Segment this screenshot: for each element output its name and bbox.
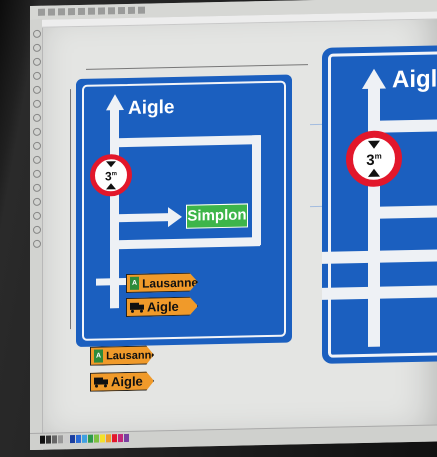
open-file-icon[interactable]	[48, 8, 55, 16]
ellipse-tool-icon[interactable]	[33, 127, 41, 136]
eyedropper-tool-icon[interactable]	[33, 225, 41, 234]
restriction-unit: m	[374, 151, 382, 161]
route-sign-label: Lausanne	[106, 348, 158, 362]
color-swatch[interactable]	[94, 434, 99, 443]
monitor-bezel: Aigle Simplon 3m A Lausanne Aigle A Laus…	[0, 0, 437, 457]
color-swatch[interactable]	[88, 434, 93, 443]
sign-left-destination-right: Simplon	[186, 203, 248, 229]
restriction-unit: m	[111, 171, 118, 178]
sign-left-right-loop	[252, 135, 261, 246]
color-swatch[interactable]	[70, 435, 75, 444]
table-tool-icon[interactable]	[33, 169, 41, 178]
shape-tool-icon[interactable]	[33, 43, 41, 52]
copy-icon[interactable]	[88, 7, 95, 15]
text-tool-icon[interactable]	[33, 155, 41, 164]
color-swatch[interactable]	[76, 434, 81, 444]
blend-tool-icon[interactable]	[33, 211, 41, 220]
save-icon[interactable]	[58, 8, 65, 16]
crop-tool-icon[interactable]	[33, 57, 41, 66]
sign-left-right-arrow	[168, 206, 182, 228]
color-swatch[interactable]	[112, 434, 117, 443]
cut-icon[interactable]	[78, 7, 85, 15]
restriction-value: 3	[104, 169, 112, 184]
undo-icon[interactable]	[108, 7, 115, 15]
color-swatch[interactable]	[124, 433, 129, 443]
pen-tool-icon[interactable]	[33, 99, 41, 108]
route-sign-label: Aigle	[111, 373, 143, 390]
sign-right[interactable]: Aigle 3m	[322, 44, 437, 364]
color-swatch[interactable]	[118, 434, 123, 443]
sign-left-route-sign-lausanne: A Lausanne	[126, 272, 198, 293]
new-file-icon[interactable]	[38, 8, 45, 16]
sign-left-destination-top: Aigle	[128, 96, 175, 119]
redo-icon[interactable]	[118, 7, 125, 15]
motorway-icon: A	[94, 349, 103, 362]
import-icon[interactable]	[128, 6, 135, 14]
restriction-value: 3	[366, 151, 375, 169]
truck-icon	[94, 377, 108, 386]
color-swatch[interactable]	[106, 434, 111, 443]
color-palette	[30, 424, 437, 450]
dimension-tool-icon[interactable]	[33, 183, 41, 192]
route-sign-label: Lausanne	[142, 274, 199, 291]
sign-right-right-branch	[368, 205, 437, 219]
sign-left-up-arrow	[106, 94, 124, 111]
design-app-window: Aigle Simplon 3m A Lausanne Aigle A Laus…	[30, 0, 437, 450]
freehand-tool-icon[interactable]	[33, 85, 41, 94]
polygon-tool-icon[interactable]	[33, 141, 41, 150]
paste-icon[interactable]	[98, 7, 105, 15]
pick-tool-icon[interactable]	[33, 29, 41, 38]
color-swatch[interactable]	[52, 435, 57, 444]
zoom-tool-icon[interactable]	[33, 71, 41, 80]
motorway-icon: A	[130, 277, 139, 290]
color-swatch[interactable]	[58, 435, 63, 444]
truck-icon	[130, 303, 144, 312]
sign-left-side-stub	[96, 277, 126, 286]
color-swatch[interactable]	[100, 434, 105, 443]
sign-right-lower-branch	[322, 248, 437, 264]
sign-right-destination-top: Aigle	[392, 65, 437, 94]
loose-route-sign-aigle[interactable]: Aigle	[90, 371, 154, 391]
print-icon[interactable]	[68, 8, 75, 16]
color-swatch[interactable]	[82, 434, 87, 443]
sign-left-right-branch	[110, 213, 170, 223]
color-swatch[interactable]	[46, 435, 51, 444]
height-dimension-line	[70, 89, 71, 330]
sign-right-border	[328, 51, 437, 358]
sign-right-up-arrow	[362, 68, 386, 90]
route-sign-label: Aigle	[147, 298, 179, 315]
tool-palette	[30, 19, 43, 450]
fill-tool-icon[interactable]	[33, 239, 41, 248]
export-icon[interactable]	[138, 6, 145, 14]
sign-right-bottom-branch	[322, 284, 437, 300]
connector-tool-icon[interactable]	[33, 197, 41, 206]
sign-left[interactable]: Aigle Simplon 3m A Lausanne Aigle	[76, 74, 292, 348]
rectangle-tool-icon[interactable]	[33, 113, 41, 122]
color-swatch[interactable]	[64, 435, 69, 444]
width-dimension-line	[86, 64, 308, 70]
color-swatch[interactable]	[40, 435, 45, 444]
loose-route-sign-lausanne[interactable]: A Lausanne	[90, 345, 154, 365]
sign-left-route-sign-aigle: Aigle	[126, 296, 198, 317]
